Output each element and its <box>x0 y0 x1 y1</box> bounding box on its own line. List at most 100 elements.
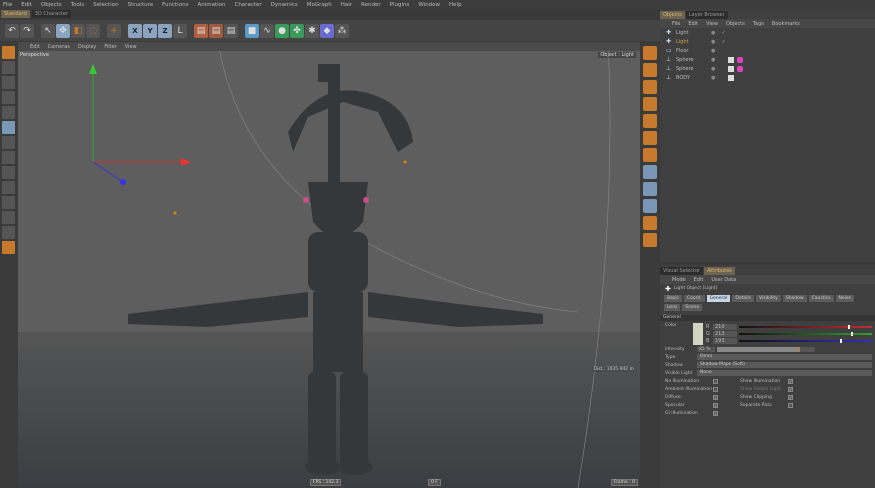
type-dropdown[interactable]: Omni <box>697 354 872 360</box>
material-tag-icon[interactable] <box>736 65 743 72</box>
intensity-slider[interactable] <box>717 346 815 352</box>
menu-structure[interactable]: Structure <box>128 2 154 8</box>
attr-menu-edit[interactable]: Edit <box>694 277 704 283</box>
right-tool-icon[interactable] <box>643 199 657 213</box>
layout-tab[interactable]: Standard <box>1 10 30 18</box>
checkbox[interactable]: ✓ <box>788 386 793 392</box>
channel-value[interactable]: 213 <box>713 330 737 337</box>
right-tool-icon[interactable] <box>643 97 657 111</box>
channel-slider[interactable] <box>739 338 872 343</box>
slider-handle[interactable] <box>848 324 851 329</box>
scale-icon[interactable]: ◧ <box>71 23 85 38</box>
redo-icon[interactable]: ↷ <box>20 23 34 38</box>
visibility-dots[interactable]: ● ⁚ <box>711 66 719 72</box>
channel-slider[interactable] <box>739 331 872 336</box>
left-tool-icon[interactable] <box>2 46 15 59</box>
om-menu-objects[interactable]: Objects <box>726 21 745 27</box>
array-icon[interactable]: ✤ <box>290 23 304 38</box>
spline-icon[interactable]: ∿ <box>260 23 274 38</box>
left-tool-icon[interactable] <box>2 151 15 164</box>
checkbox[interactable]: ✓ <box>713 410 718 416</box>
right-tool-icon[interactable] <box>643 46 657 60</box>
checkbox[interactable] <box>713 386 718 392</box>
menu-dynamics[interactable]: Dynamics <box>271 2 298 8</box>
left-tool-icon[interactable] <box>2 181 15 194</box>
subtab-caustics[interactable]: Caustics <box>808 295 834 302</box>
render-settings-icon[interactable]: ▤ <box>224 23 238 38</box>
viewport-menu-display[interactable]: Display <box>78 44 96 50</box>
viewport-menu-edit[interactable]: Edit <box>30 44 40 50</box>
texture-tag-icon[interactable] <box>727 56 734 63</box>
left-tool-icon[interactable] <box>2 61 15 74</box>
channel-value[interactable]: 193 <box>713 337 737 344</box>
shadow-dropdown[interactable]: Shadow Maps (Soft) <box>697 362 872 368</box>
menu-functions[interactable]: Functions <box>162 2 188 8</box>
live-selection-icon[interactable]: ↖ <box>41 23 55 38</box>
left-tool-icon[interactable] <box>2 76 15 89</box>
om-menu-edit[interactable]: Edit <box>688 21 698 27</box>
menu-tools[interactable]: Tools <box>71 2 85 8</box>
subtab-lens[interactable]: Lens <box>664 304 681 311</box>
enabled-check-icon[interactable]: ✓ <box>722 30 726 36</box>
move-icon[interactable]: ✥ <box>56 23 70 38</box>
om-menu-view[interactable]: View <box>706 21 718 27</box>
checkbox[interactable]: ✓ <box>713 394 718 400</box>
add-object-icon[interactable]: + <box>107 23 121 38</box>
visibility-dots[interactable]: ● ⁚ <box>711 30 719 36</box>
color-swatch[interactable] <box>693 323 703 345</box>
left-tool-icon[interactable] <box>2 106 15 119</box>
right-tool-icon[interactable] <box>643 216 657 230</box>
menu-window[interactable]: Window <box>418 2 440 8</box>
coordinate-system-icon[interactable]: L <box>173 23 187 38</box>
undo-icon[interactable]: ↶ <box>5 23 19 38</box>
menu-help[interactable]: Help <box>449 2 462 8</box>
object-row[interactable]: ⊥ BODY ● ⁚ <box>660 73 875 82</box>
left-tool-icon[interactable] <box>2 211 15 224</box>
left-tool-icon[interactable] <box>2 121 15 134</box>
environment-icon[interactable]: ⁂ <box>335 23 349 38</box>
z-axis-icon[interactable]: Z <box>158 23 172 38</box>
left-tool-icon[interactable] <box>2 166 15 179</box>
y-axis-icon[interactable]: Y <box>143 23 157 38</box>
right-tool-icon[interactable] <box>643 131 657 145</box>
right-tool-icon[interactable] <box>643 114 657 128</box>
checkbox[interactable] <box>713 378 718 384</box>
subtab-general[interactable]: General <box>706 295 731 302</box>
menu-character[interactable]: Character <box>234 2 261 8</box>
visibility-dots[interactable]: ● ⁚ <box>711 39 719 45</box>
menu-mograph[interactable]: MoGraph <box>307 2 332 8</box>
menu-objects[interactable]: Objects <box>41 2 62 8</box>
menu-plugins[interactable]: Plugins <box>390 2 410 8</box>
object-row[interactable]: ⊥ Sphere ● ⁚ <box>660 55 875 64</box>
panel-tab[interactable]: Layer Browser <box>685 11 728 19</box>
left-tool-icon[interactable] <box>2 226 15 239</box>
checkbox[interactable]: ✓ <box>713 402 718 408</box>
channel-value[interactable]: 210 <box>713 323 737 330</box>
right-tool-icon[interactable] <box>643 148 657 162</box>
menu-animation[interactable]: Animation <box>197 2 225 8</box>
menu-edit[interactable]: Edit <box>21 2 32 8</box>
menu-file[interactable]: File <box>3 2 12 8</box>
om-menu-bookmarks[interactable]: Bookmarks <box>772 21 800 27</box>
layout-tab[interactable]: 3D Character <box>31 10 72 18</box>
menu-render[interactable]: Render <box>361 2 381 8</box>
nurbs-icon[interactable]: ● <box>275 23 289 38</box>
visibility-dots[interactable]: ● ⁚ <box>711 48 719 54</box>
menu-hair[interactable]: Hair <box>341 2 352 8</box>
subtab-noise[interactable]: Noise <box>835 295 855 302</box>
subtab-scene[interactable]: Scene <box>682 304 703 311</box>
object-row[interactable]: ▭ Floor ● ⁚ <box>660 46 875 55</box>
checkbox[interactable]: ✓ <box>788 394 793 400</box>
visibility-dots[interactable]: ● ⁚ <box>711 57 719 63</box>
object-row[interactable]: ✚ Light ● ⁚ ✓ <box>660 28 875 37</box>
rotate-icon[interactable]: ◌ <box>86 23 100 38</box>
slider-handle[interactable] <box>840 338 843 343</box>
x-axis-icon[interactable]: X <box>128 23 142 38</box>
attr-menu-mode[interactable]: Mode <box>672 277 686 283</box>
right-tool-icon[interactable] <box>643 80 657 94</box>
panel-tab[interactable]: Attributes <box>704 267 735 275</box>
texture-tag-icon[interactable] <box>727 74 734 81</box>
subtab-coord[interactable]: Coord. <box>683 295 705 302</box>
object-row[interactable]: ⊥ Sphere ● ⁚ <box>660 64 875 73</box>
checkbox[interactable]: ✓ <box>788 378 793 384</box>
